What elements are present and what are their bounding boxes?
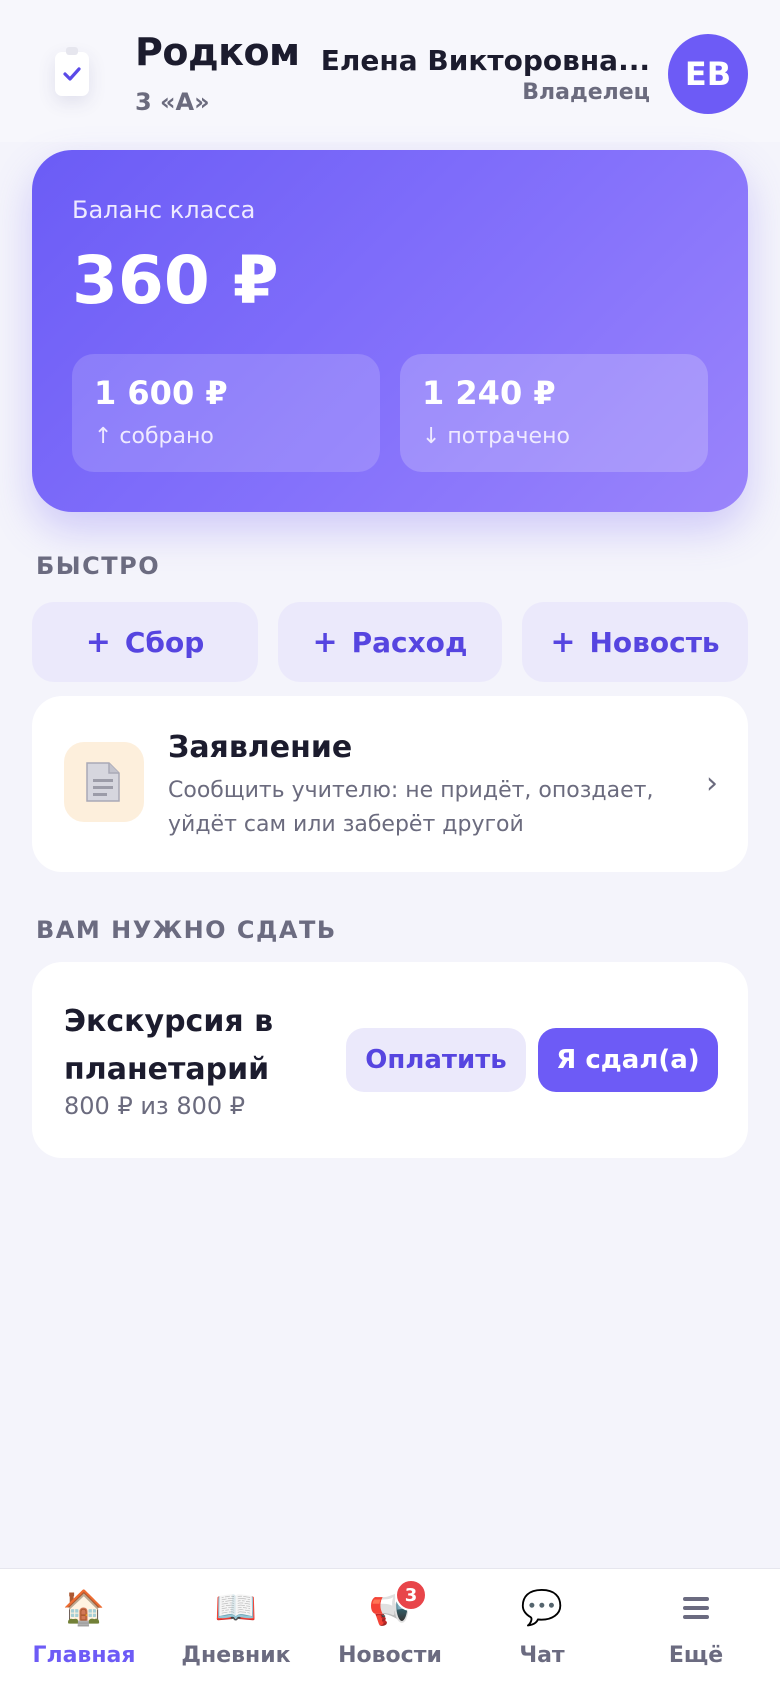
add-expense-button[interactable]: + Расход [278, 602, 502, 682]
class-name[interactable]: 3 «А» [135, 88, 210, 116]
chevron-right-icon: › [706, 766, 718, 801]
chat-icon: 💬 [520, 1588, 564, 1628]
nav-item-news[interactable]: 📢 3 Новости [312, 1579, 468, 1683]
nav-label: Главная [32, 1643, 136, 1668]
quick-section-title: БЫСТРО [36, 552, 161, 580]
statement-description: Сообщить учителю: не придёт, опоздает, у… [168, 778, 654, 837]
avatar[interactable]: ЕВ [668, 34, 748, 114]
spent-stat[interactable]: 1 240 ₽ ↓ потрачено [400, 354, 708, 472]
spent-label: ↓ потрачено [422, 424, 570, 449]
payment-card[interactable]: Экскурсия в планетарий 800 ₽ из 800 ₽ Оп… [32, 962, 748, 1158]
add-news-button[interactable]: + Новость [522, 602, 748, 682]
statement-title: Заявление [168, 730, 353, 765]
plus-icon: + [550, 624, 576, 660]
collected-stat[interactable]: 1 600 ₽ ↑ собрано [72, 354, 380, 472]
app-title: Родком [135, 30, 300, 74]
balance-label: Баланс класса [72, 196, 256, 224]
app-logo [40, 32, 104, 116]
menu-icon [671, 1583, 721, 1633]
balance-card[interactable]: Баланс класса 360 ₽ 1 600 ₽ ↑ собрано 1 … [32, 150, 748, 512]
due-section-title: ВАМ НУЖНО СДАТЬ [36, 916, 337, 944]
app-header: Родком 3 «А» Елена Викторовна... Владеле… [0, 0, 780, 142]
plus-icon: + [85, 624, 111, 660]
nav-label: Чат [519, 1643, 565, 1668]
mark-paid-button[interactable]: Я сдал(а) [538, 1028, 718, 1092]
home-icon: 🏠 [62, 1588, 106, 1628]
bottom-navigation: 🏠 Главная 📖 Дневник 📢 3 Новости 💬 Чат Ещ… [0, 1568, 780, 1688]
nav-item-chat[interactable]: 💬 Чат [464, 1583, 620, 1683]
document-icon [64, 742, 144, 822]
notification-badge: 3 [395, 1579, 427, 1611]
book-icon: 📖 [214, 1588, 258, 1628]
spent-value: 1 240 ₽ [422, 374, 556, 412]
collected-label: ↑ собрано [94, 424, 214, 449]
add-collection-button[interactable]: + Сбор [32, 602, 258, 682]
clipboard-check-icon [55, 47, 89, 96]
pay-button[interactable]: Оплатить [346, 1028, 526, 1092]
user-role: Владелец [522, 80, 650, 105]
nav-item-diary[interactable]: 📖 Дневник [158, 1583, 314, 1683]
quick-action-label: Сбор [124, 625, 205, 659]
quick-action-label: Новость [589, 625, 720, 659]
nav-label: Ещё [668, 1643, 724, 1668]
collected-value: 1 600 ₽ [94, 374, 228, 412]
statement-card[interactable]: Заявление Сообщить учителю: не придёт, о… [32, 696, 748, 872]
home-screen: Родком 3 «А» Елена Викторовна... Владеле… [0, 0, 780, 1688]
plus-icon: + [312, 624, 338, 660]
nav-item-more[interactable]: Ещё [618, 1583, 774, 1683]
balance-value: 360 ₽ [72, 242, 279, 319]
nav-item-home[interactable]: 🏠 Главная [6, 1583, 162, 1683]
nav-label: Новости [338, 1643, 442, 1668]
megaphone-icon: 📢 3 [365, 1579, 427, 1633]
quick-action-label: Расход [351, 625, 468, 659]
nav-label: Дневник [181, 1643, 291, 1668]
user-name[interactable]: Елена Викторовна... [321, 44, 650, 77]
payment-amount: 800 ₽ из 800 ₽ [64, 1092, 246, 1120]
payment-title: Экскурсия в планетарий [64, 1004, 274, 1087]
